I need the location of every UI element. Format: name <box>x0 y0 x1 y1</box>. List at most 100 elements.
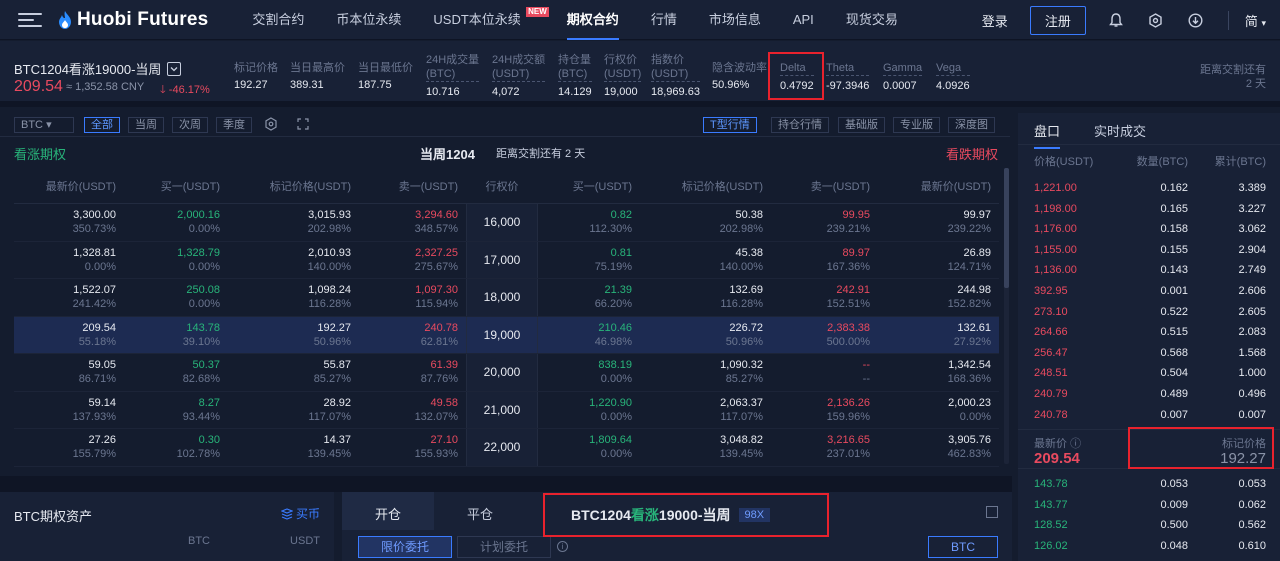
cell-p_bid[interactable]: 1,809.64 0.00% <box>538 429 640 466</box>
cell-c_last[interactable]: 59.05 86.71% <box>14 354 124 391</box>
cell-c_mark[interactable]: 2,010.93 140.00% <box>228 242 359 279</box>
nav-item-5[interactable]: 市场信息 <box>693 0 777 40</box>
login-link[interactable]: 登录 <box>982 11 1008 30</box>
nav-item-6[interactable]: API <box>777 0 830 40</box>
contract-selector[interactable]: BTC1204看涨19000-当周 <box>14 59 182 78</box>
order-book-row[interactable]: 240.79 0.489 0.496 <box>1018 384 1280 405</box>
cell-c_last[interactable]: 3,300.00 350.73% <box>14 204 124 241</box>
buy-coin-link[interactable]: 买币 <box>280 505 320 522</box>
table-row[interactable]: 209.54 55.18% 143.78 39.10% 192.27 50.96% 240.… <box>14 316 999 354</box>
cell-p_last[interactable]: 132.61 27.92% <box>878 316 999 353</box>
nav-item-0[interactable]: 交割合约 <box>236 0 320 40</box>
filter-quarter[interactable]: 季度 <box>216 117 252 133</box>
cell-p_mark[interactable]: 132.69 116.28% <box>640 279 771 316</box>
info-icon[interactable]: ⓘ <box>1070 438 1081 450</box>
cell-c_bid[interactable]: 143.78 39.10% <box>124 316 228 353</box>
calculator-icon[interactable] <box>986 506 998 518</box>
coin-select[interactable]: BTC ▾ <box>14 117 74 133</box>
settings-hex-icon[interactable] <box>1148 12 1164 28</box>
table-row[interactable]: 1,328.81 0.00% 1,328.79 0.00% 2,010.93 140.00… <box>14 241 999 279</box>
filter-all[interactable]: 全部 <box>84 117 120 133</box>
order-book-row[interactable]: 1,176.00 0.158 3.062 <box>1018 219 1280 240</box>
cell-c_ask[interactable]: 3,294.60 348.57% <box>359 204 466 241</box>
order-book-row[interactable]: 1,155.00 0.155 2.904 <box>1018 240 1280 261</box>
view-depth-chart[interactable]: 深度图 <box>948 117 995 133</box>
cell-c_bid[interactable]: 1,328.79 0.00% <box>124 242 228 279</box>
cell-p_mark[interactable]: 2,063.37 117.07% <box>640 392 771 429</box>
cell-p_last[interactable]: 2,000.23 0.00% <box>878 392 999 429</box>
order-book-row[interactable]: 273.10 0.522 2.605 <box>1018 302 1280 323</box>
cell-c_ask[interactable]: 49.58 132.07% <box>359 392 466 429</box>
table-row[interactable]: 1,522.07 241.42% 250.08 0.00% 1,098.24 116.28… <box>14 279 999 317</box>
cell-c_ask[interactable]: 27.10 155.93% <box>359 429 466 466</box>
cell-p_mark[interactable]: 1,090.32 85.27% <box>640 354 771 391</box>
scrollbar[interactable] <box>1004 168 1009 464</box>
cell-p_mark[interactable]: 50.38 202.98% <box>640 204 771 241</box>
order-book-row[interactable]: 240.78 0.007 0.007 <box>1018 405 1280 426</box>
order-book-row[interactable]: 143.78 0.053 0.053 <box>1018 474 1280 495</box>
nav-item-7[interactable]: 现货交易 <box>830 0 914 40</box>
cell-c_mark[interactable]: 28.92 117.07% <box>228 392 359 429</box>
cell-p_mark[interactable]: 3,048.82 139.45% <box>640 429 771 466</box>
cell-c_mark[interactable]: 3,015.93 202.98% <box>228 204 359 241</box>
cell-p_ask[interactable]: -- -- <box>771 354 878 391</box>
cell-c_ask[interactable]: 2,327.25 275.67% <box>359 242 466 279</box>
tab-close-position[interactable]: 平仓 <box>434 492 526 530</box>
cell-c_mark[interactable]: 14.37 139.45% <box>228 429 359 466</box>
cell-c_bid[interactable]: 8.27 93.44% <box>124 392 228 429</box>
currency-select[interactable]: BTC <box>928 536 998 558</box>
cell-p_bid[interactable]: 210.46 46.98% <box>538 316 640 353</box>
bell-icon[interactable] <box>1108 12 1124 28</box>
logo[interactable]: Huobi Futures <box>58 9 208 31</box>
cell-c_mark[interactable]: 192.27 50.96% <box>228 316 359 353</box>
cell-c_mark[interactable]: 1,098.24 116.28% <box>228 279 359 316</box>
order-book-row[interactable]: 256.47 0.568 1.568 <box>1018 343 1280 364</box>
order-book-row[interactable]: 126.02 0.048 0.610 <box>1018 536 1280 557</box>
cell-c_bid[interactable]: 250.08 0.00% <box>124 279 228 316</box>
nav-item-3[interactable]: 期权合约 <box>551 0 635 40</box>
order-book-row[interactable]: 143.77 0.009 0.062 <box>1018 495 1280 516</box>
register-button[interactable]: 注册 <box>1029 5 1086 35</box>
cell-p_ask[interactable]: 242.91 152.51% <box>771 279 878 316</box>
cell-c_last[interactable]: 1,522.07 241.42% <box>14 279 124 316</box>
plan-order-tab[interactable]: 计划委托 <box>457 536 551 558</box>
nav-item-2[interactable]: USDT本位永续 NEW <box>417 0 550 40</box>
order-book-row[interactable]: 1,221.00 0.162 3.389 <box>1018 178 1280 199</box>
cell-p_ask[interactable]: 99.95 239.21% <box>771 204 878 241</box>
cell-p_ask[interactable]: 2,383.38 500.00% <box>771 316 878 353</box>
cell-p_ask[interactable]: 3,216.65 237.01% <box>771 429 878 466</box>
table-row[interactable]: 27.26 155.79% 0.30 102.78% 14.37 139.45% 27.10… <box>14 429 999 467</box>
filter-this-week[interactable]: 当周 <box>128 117 164 133</box>
cell-c_bid[interactable]: 0.30 102.78% <box>124 429 228 466</box>
nav-item-4[interactable]: 行情 <box>635 0 693 40</box>
cell-p_last[interactable]: 26.89 124.71% <box>878 242 999 279</box>
cell-p_bid[interactable]: 838.19 0.00% <box>538 354 640 391</box>
download-icon[interactable] <box>1188 12 1204 28</box>
language-select[interactable]: 简 ▾ <box>1227 10 1266 30</box>
order-book-row[interactable]: 1,198.00 0.165 3.227 <box>1018 199 1280 220</box>
cell-p_last[interactable]: 99.97 239.22% <box>878 204 999 241</box>
order-book-row[interactable]: 392.95 0.001 2.606 <box>1018 281 1280 302</box>
tab-trades[interactable]: 实时成交 <box>1094 121 1146 140</box>
order-book-row[interactable]: 128.52 0.500 0.562 <box>1018 515 1280 536</box>
menu-icon[interactable] <box>18 12 42 27</box>
cell-p_bid[interactable]: 0.81 75.19% <box>538 242 640 279</box>
filter-next-week[interactable]: 次周 <box>172 117 208 133</box>
view-t-quote[interactable]: T型行情 <box>703 117 757 133</box>
cell-p_mark[interactable]: 45.38 140.00% <box>640 242 771 279</box>
table-row[interactable]: 59.05 86.71% 50.37 82.68% 55.87 85.27% 61.39 87… <box>14 354 999 392</box>
cell-p_ask[interactable]: 2,136.26 159.96% <box>771 392 878 429</box>
cell-c_last[interactable]: 1,328.81 0.00% <box>14 242 124 279</box>
cell-p_mark[interactable]: 226.72 50.96% <box>640 316 771 353</box>
table-row[interactable]: 59.14 137.93% 8.27 93.44% 28.92 117.07% 49.58 1… <box>14 391 999 429</box>
order-book-row[interactable]: 264.66 0.515 2.083 <box>1018 322 1280 343</box>
cell-c_bid[interactable]: 50.37 82.68% <box>124 354 228 391</box>
order-book-row[interactable]: 1,136.00 0.143 2.749 <box>1018 260 1280 281</box>
cell-p_last[interactable]: 1,342.54 168.36% <box>878 354 999 391</box>
cell-c_bid[interactable]: 2,000.16 0.00% <box>124 204 228 241</box>
info-icon[interactable]: i <box>557 541 568 552</box>
table-row[interactable]: 3,300.00 350.73% 2,000.16 0.00% 3,015.93 202.… <box>14 204 999 242</box>
cell-c_ask[interactable]: 61.39 87.76% <box>359 354 466 391</box>
cell-p_bid[interactable]: 0.82 112.30% <box>538 204 640 241</box>
cell-c_last[interactable]: 59.14 137.93% <box>14 392 124 429</box>
